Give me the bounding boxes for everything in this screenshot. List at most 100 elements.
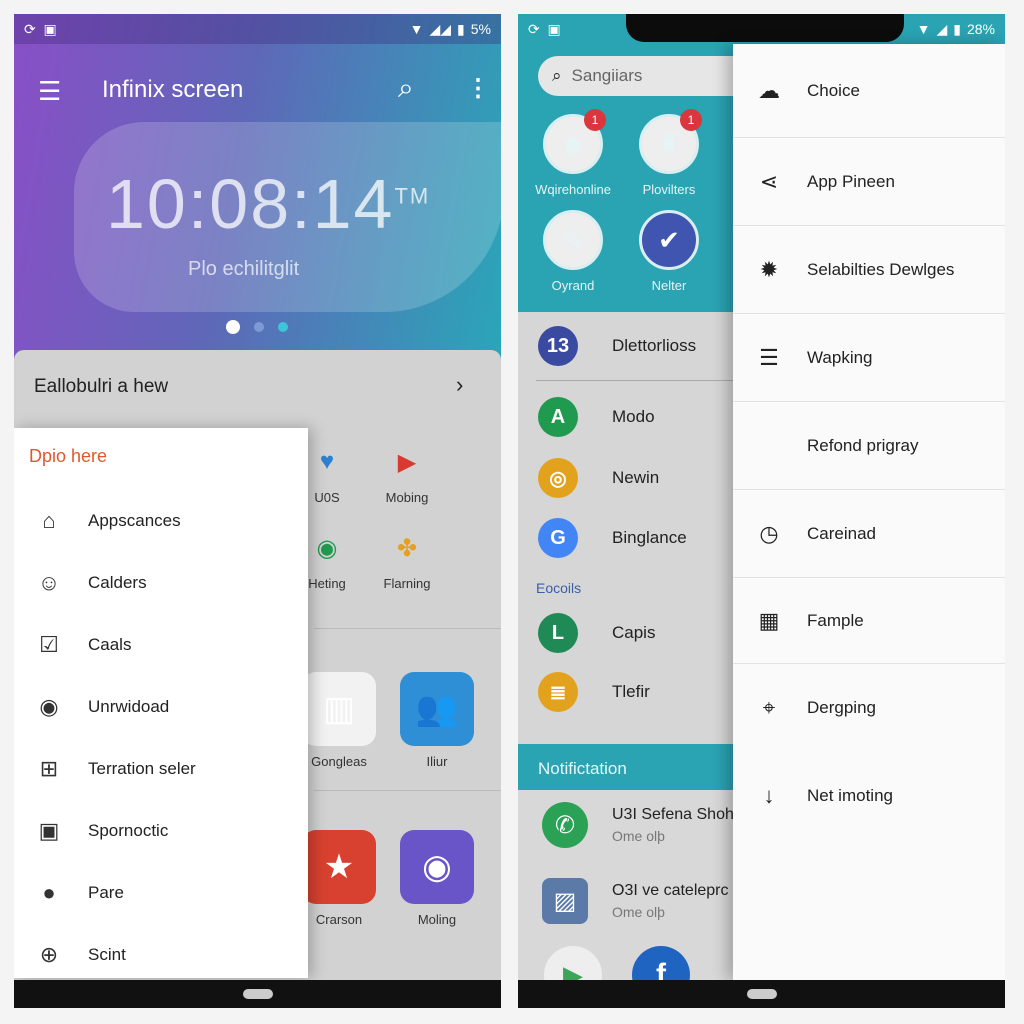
contacts-icon: 👥 bbox=[400, 672, 474, 746]
list-item[interactable]: A Modo bbox=[538, 397, 655, 437]
home-handle[interactable] bbox=[242, 989, 273, 999]
drawer-item[interactable]: ▣ Spornoctic bbox=[14, 800, 308, 862]
drawer-item[interactable]: ☺ Calders bbox=[14, 552, 308, 614]
gear-icon: ✹ bbox=[759, 256, 779, 282]
drawer-item[interactable]: ⌂ Appscances bbox=[14, 490, 308, 552]
menu-item-label: Careinad bbox=[807, 523, 876, 543]
notification-title: O3I ve cateleprc bbox=[612, 882, 729, 899]
list-item[interactable]: L Capis bbox=[538, 613, 655, 653]
chrome-icon: ◎ bbox=[538, 458, 578, 498]
menu-item-label: Dergping bbox=[807, 698, 876, 717]
list-item[interactable]: 13 Dlettorlioss bbox=[538, 326, 696, 366]
menu-item-label: Net imoting bbox=[807, 786, 893, 805]
pinwheel-icon: ✤ bbox=[396, 534, 418, 562]
drawer-item-label: Appscances bbox=[88, 511, 181, 530]
camera-icon: ◉ bbox=[316, 534, 338, 562]
drawer-item[interactable]: ● Pare bbox=[14, 862, 308, 924]
app-mobing[interactable]: ▶ Mobing bbox=[362, 442, 452, 506]
menu-item[interactable]: Refond prigray bbox=[733, 402, 1005, 490]
star-icon: ★ bbox=[302, 830, 376, 904]
section-label: Eocoils bbox=[536, 580, 582, 596]
menu-item-label: Refond prigray bbox=[807, 435, 919, 455]
heart-icon: ♥ bbox=[319, 448, 335, 475]
add-shield-icon: ⊕ bbox=[39, 942, 59, 967]
status-bar: ⟳ ▣ ▼ ◢ ▮ 28% bbox=[518, 14, 1005, 44]
status-bar: ⟳ ▣ ▼ ◢◢ ▮ 5% bbox=[14, 14, 501, 44]
bag-icon: ⌂ bbox=[42, 508, 56, 533]
card-title: Eallobulri a hew bbox=[34, 376, 169, 397]
drawer-item-label: Pare bbox=[88, 883, 124, 902]
list-item-label: Binglance bbox=[612, 528, 687, 547]
list-item[interactable]: ◎ Newin bbox=[538, 458, 659, 498]
menu-item[interactable]: ☰ Wapking bbox=[733, 314, 1005, 402]
home-handle[interactable] bbox=[746, 989, 777, 999]
list-item-label: Newin bbox=[612, 468, 660, 487]
menu-item[interactable]: ▦ Fample bbox=[733, 578, 1005, 664]
menu-item[interactable]: ☁ Choice bbox=[733, 44, 1005, 138]
page-dot-active[interactable] bbox=[226, 320, 240, 334]
contact-label: Plovilters bbox=[642, 182, 696, 197]
share-icon: ⋖ bbox=[759, 168, 779, 194]
chart-icon: ▥ bbox=[302, 672, 376, 746]
app-icon: G bbox=[538, 518, 578, 558]
list-item[interactable]: G Binglance bbox=[538, 518, 687, 558]
app-iliur[interactable]: 👥 Iliur bbox=[392, 672, 482, 769]
drawer-item[interactable]: ☑ Caals bbox=[14, 614, 308, 676]
more-icon[interactable]: ⋮ bbox=[466, 74, 490, 103]
menu-item[interactable]: ⋖ App Pineen bbox=[733, 138, 1005, 226]
note-icon: ≣ bbox=[538, 672, 578, 712]
drawer-item[interactable]: ⊕ Scint bbox=[14, 924, 308, 986]
search-icon: ⌕ bbox=[552, 66, 562, 85]
list-item-label: Dlettorlioss bbox=[612, 336, 697, 355]
page-dot[interactable] bbox=[278, 322, 288, 332]
menu-item-label: Choice bbox=[807, 80, 860, 100]
clock-icon: ◷ bbox=[759, 520, 779, 546]
drawer-heading: Dpio here bbox=[29, 446, 108, 466]
menu-item[interactable]: ◷ Careinad bbox=[733, 490, 1005, 578]
app-icon: A bbox=[538, 397, 578, 437]
battery-icon: ▮ bbox=[457, 20, 465, 37]
notification-subtitle: Ome olþ bbox=[612, 828, 665, 844]
search-placeholder: Sangiiars bbox=[571, 66, 643, 85]
avatar: ✎ bbox=[543, 210, 603, 270]
contact-avatar[interactable]: ✔ Nelter bbox=[624, 210, 714, 293]
drawer-item-label: Spornoctic bbox=[88, 821, 169, 840]
menu-item[interactable]: ⌖ Dergping bbox=[733, 664, 1005, 752]
location-icon: ⌖ bbox=[762, 695, 776, 720]
frame-icon: ▣ bbox=[38, 818, 60, 843]
drawer-item[interactable]: ◉ Unrwidoad bbox=[14, 676, 308, 738]
list-item-label: Modo bbox=[612, 407, 655, 426]
menu-item[interactable]: ✹ Selabilties Dewlges bbox=[733, 226, 1005, 314]
qr-icon: ▦ bbox=[758, 607, 780, 633]
notification-item[interactable]: ✆ U3I Sefena Shoh Ome olþ bbox=[542, 802, 734, 848]
page-dot[interactable] bbox=[254, 322, 264, 332]
app-flarning[interactable]: ✤ Flarning bbox=[362, 528, 452, 592]
notification-subtitle: Ome olþ bbox=[612, 904, 665, 920]
contact-label: Wqirehonline bbox=[535, 182, 611, 197]
menu-icon[interactable]: ☰ bbox=[38, 76, 61, 107]
drawer-item[interactable]: ⊞ Terration seler bbox=[14, 738, 308, 800]
wifi-icon: ▼ bbox=[409, 21, 424, 37]
app-moling[interactable]: ◉ Moling bbox=[392, 830, 482, 927]
contact-avatar[interactable]: ☻ 1 Wqirehonline bbox=[528, 109, 618, 197]
search-icon[interactable]: ⌕ bbox=[398, 72, 414, 105]
smiley-icon: ☺ bbox=[37, 570, 61, 595]
drawer-item-label: Terration seler bbox=[88, 759, 196, 778]
contact-avatar[interactable]: ✎ Oyrand bbox=[528, 210, 618, 293]
photo-icon: ▨ bbox=[542, 878, 588, 924]
chevron-right-icon[interactable]: › bbox=[456, 372, 463, 398]
signal-icon: ◢ bbox=[936, 20, 948, 37]
notification-item[interactable]: ▨ O3I ve cateleprc Ome olþ bbox=[542, 878, 729, 924]
app-icon: L bbox=[538, 613, 578, 653]
app-label: Mobing bbox=[385, 490, 429, 505]
drawer-item-label: Scint bbox=[88, 945, 126, 964]
camera-icon: ◉ bbox=[400, 830, 474, 904]
navigation-bar bbox=[518, 980, 1005, 1008]
menu-item[interactable]: ↓ Net imoting bbox=[733, 752, 1005, 840]
contact-avatar[interactable]: ♜ 1 Plovilters bbox=[624, 109, 714, 197]
drawer-item-label: Unrwidoad bbox=[88, 697, 170, 716]
list-item[interactable]: ≣ Tlefir bbox=[538, 672, 650, 712]
page-dots bbox=[226, 320, 288, 334]
image-icon: ▣ bbox=[43, 20, 57, 37]
person-icon: ● bbox=[42, 880, 56, 905]
